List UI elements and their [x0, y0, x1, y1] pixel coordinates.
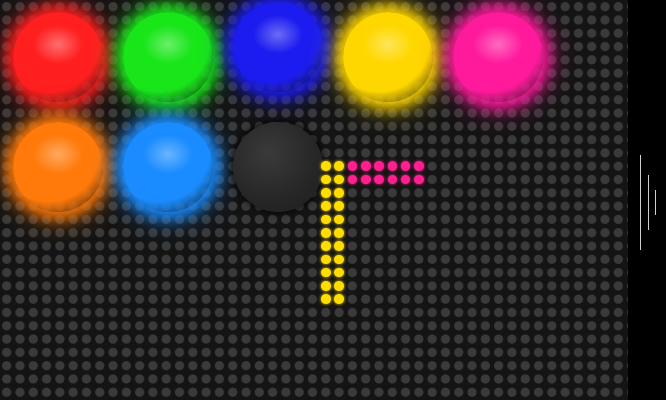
color-button-green[interactable]: [123, 12, 213, 102]
color-button-yellow[interactable]: [343, 12, 433, 102]
led-dot-yellow: [321, 188, 331, 198]
button-highlight: [32, 24, 84, 65]
side-panel: [628, 0, 666, 400]
led-dot-yellow: [321, 281, 331, 291]
led-dot-yellow: [334, 201, 344, 211]
led-dot-yellow: [334, 241, 344, 251]
color-button-cyan[interactable]: [123, 122, 213, 212]
side-line-medium: [648, 175, 649, 230]
led-dot-pink: [360, 161, 371, 172]
led-dot-yellow: [321, 267, 331, 278]
led-dot-yellow: [321, 294, 331, 305]
eraser-button[interactable]: [233, 122, 323, 212]
button-highlight: [32, 134, 84, 175]
button-highlight: [472, 24, 524, 65]
color-button-red[interactable]: [13, 12, 103, 102]
led-dot-yellow: [334, 188, 344, 198]
led-dot-pink: [414, 161, 424, 172]
led-dot-pink: [387, 161, 398, 172]
side-line-long: [640, 155, 641, 250]
game-screen: [0, 0, 666, 400]
led-dot-pink: [360, 174, 371, 185]
button-highlight: [252, 14, 304, 55]
led-dot-yellow: [321, 201, 331, 211]
led-dot-yellow: [321, 161, 331, 172]
color-button-pink[interactable]: [453, 12, 543, 102]
led-dot-yellow: [334, 161, 344, 172]
led-dot-pink: [347, 161, 358, 172]
color-button-blue[interactable]: [233, 2, 323, 92]
button-highlight: [142, 134, 194, 175]
led-dot-yellow: [321, 227, 331, 238]
led-dot-yellow: [334, 294, 344, 305]
led-dot-yellow: [334, 214, 344, 225]
led-dot-pink: [374, 174, 384, 185]
side-line-short: [655, 190, 656, 215]
color-button-orange[interactable]: [13, 122, 103, 212]
button-highlight: [362, 24, 414, 65]
button-highlight: [142, 24, 194, 65]
led-dot-yellow: [334, 254, 344, 265]
led-dot-yellow: [321, 174, 331, 185]
led-dot-yellow: [321, 241, 331, 251]
led-dot-pink: [374, 161, 384, 172]
led-dot-yellow: [321, 214, 331, 225]
led-dot-yellow: [321, 254, 331, 265]
led-dot-yellow: [334, 227, 344, 238]
led-dot-yellow: [334, 281, 344, 291]
led-dot-pink: [414, 174, 424, 185]
